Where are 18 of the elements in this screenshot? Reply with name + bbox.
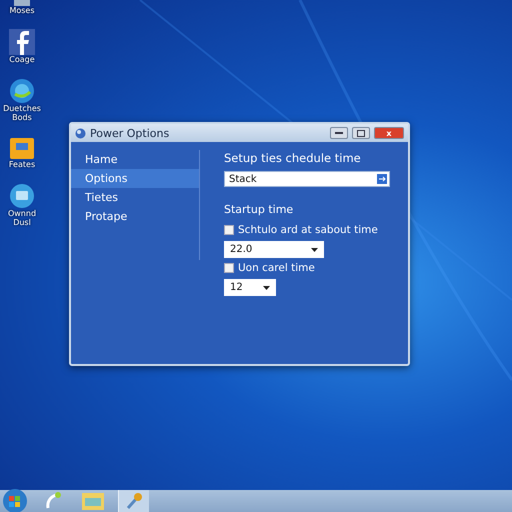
sidebar-item[interactable]: Tietes	[71, 188, 199, 207]
dropdown[interactable]: 22.0	[224, 241, 324, 258]
input-field[interactable]: Stack	[224, 171, 390, 187]
sidebar-item[interactable]: Protape	[71, 207, 199, 226]
close-button[interactable]: x	[374, 127, 404, 139]
desktop-icon-label[interactable]: Feates	[8, 160, 36, 169]
desktop-icon-label[interactable]: Moses	[9, 6, 35, 15]
desktop-icon-label[interactable]: Coage	[9, 55, 35, 64]
section-heading: Startup time	[224, 203, 294, 216]
section-heading: Setup ties chedule time	[224, 151, 361, 165]
desktop-icon-label[interactable]: Duetches Bods	[0, 104, 44, 122]
window-title: Power Options	[90, 126, 170, 140]
desktop-icon-label[interactable]: Ownnd Dusl	[0, 209, 44, 227]
dropdown[interactable]: 12	[224, 279, 276, 296]
sidebar-item[interactable]: Options	[71, 169, 199, 188]
sidebar-item[interactable]: Hame	[71, 150, 199, 169]
checkbox-label: Schtulo ard at sabout time	[238, 224, 378, 236]
checkbox-label: Uon carel time	[238, 262, 315, 274]
